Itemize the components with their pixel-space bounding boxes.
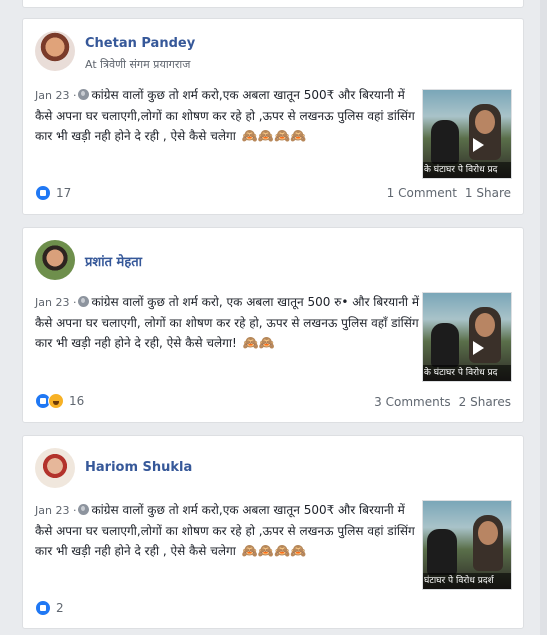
globe-icon [78, 504, 90, 515]
monkey-emoji: 🙈🙈🙈🙈 [241, 129, 307, 144]
post-date[interactable]: Jan 23 · [35, 504, 76, 517]
monkey-emoji: 🙈🙈 [242, 336, 276, 351]
avatar[interactable] [35, 448, 75, 488]
avatar[interactable] [35, 31, 75, 71]
reactions[interactable]: 17 [35, 185, 71, 201]
reaction-count: 16 [69, 394, 85, 408]
post-text: Jan 23 · कांग्रेस वालों कुछ तो शर्म करो,ए… [35, 500, 421, 562]
scrollbar-track[interactable] [540, 0, 547, 635]
reactions[interactable]: 2 [35, 600, 64, 616]
shares-link[interactable]: 2 Shares [459, 395, 511, 409]
video-thumbnail[interactable]: घंटाघर पे विरोध प्रदर्श [422, 500, 512, 590]
video-thumbnail[interactable]: के घंटाघर पे विरोध प्रद [422, 89, 512, 179]
post-text: Jan 23 · कांग्रेस वालों कुछ तो शर्म करो, … [35, 292, 421, 354]
video-caption: घंटाघर पे विरोध प्रदर्श [423, 573, 511, 589]
author-name[interactable]: प्रशांत मेहता [85, 252, 142, 270]
globe-icon [78, 296, 90, 307]
reaction-count: 17 [56, 186, 72, 200]
reactions[interactable]: 16 [35, 393, 84, 409]
post-date[interactable]: Jan 23 · [35, 89, 76, 102]
haha-reaction-icon [48, 393, 64, 409]
video-caption: के घंटाघर पे विरोध प्रद [423, 365, 511, 381]
post-body: कांग्रेस वालों कुछ तो शर्म करो,एक अबला ख… [35, 88, 415, 143]
post-date[interactable]: Jan 23 · [35, 296, 76, 309]
post-card: Hariom Shukla Jan 23 · कांग्रेस वालों कुछ… [22, 435, 524, 629]
author-name[interactable]: Hariom Shukla [85, 460, 192, 475]
post-card: Chetan Pandey At त्रिवेणी संगम प्रयागराज… [22, 18, 524, 215]
post-stats: 1 Comment 1 Share [387, 186, 511, 200]
post-stats: 3 Comments 2 Shares [374, 395, 511, 409]
globe-icon [78, 89, 90, 100]
comments-link[interactable]: 3 Comments [374, 395, 451, 409]
previous-post-card [22, 0, 524, 8]
video-caption: के घंटाघर पे विरोध प्रद [423, 162, 511, 178]
location-text[interactable]: At त्रिवेणी संगम प्रयागराज [85, 57, 190, 72]
monkey-emoji: 🙈🙈🙈🙈 [241, 544, 307, 559]
reaction-count: 2 [56, 601, 64, 615]
post-body: कांग्रेस वालों कुछ तो शर्म करो, एक अबला … [35, 295, 419, 350]
play-icon [473, 341, 484, 355]
post-text: Jan 23 · कांग्रेस वालों कुछ तो शर्म करो,ए… [35, 85, 421, 147]
like-reaction-icon [35, 600, 51, 616]
post-body: कांग्रेस वालों कुछ तो शर्म करो,एक अबला ख… [35, 503, 415, 558]
comments-link[interactable]: 1 Comment [387, 186, 457, 200]
video-thumbnail[interactable]: के घंटाघर पे विरोध प्रद [422, 292, 512, 382]
play-icon [473, 138, 484, 152]
avatar[interactable] [35, 240, 75, 280]
post-card: प्रशांत मेहता Jan 23 · कांग्रेस वालों कुछ… [22, 227, 524, 423]
like-reaction-icon [35, 185, 51, 201]
author-name[interactable]: Chetan Pandey [85, 36, 195, 51]
shares-link[interactable]: 1 Share [465, 186, 511, 200]
